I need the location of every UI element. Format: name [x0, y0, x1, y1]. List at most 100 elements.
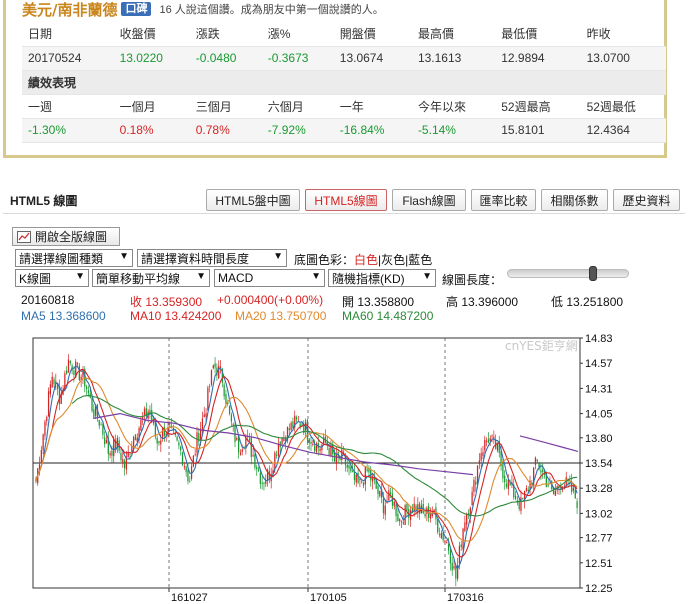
- candle-body: [382, 498, 385, 514]
- candle-body: [330, 445, 332, 457]
- candle-body: [149, 409, 151, 413]
- candle-body: [120, 452, 122, 461]
- candle-body: [377, 486, 379, 495]
- candle-body: [390, 492, 392, 494]
- candle-body: [131, 446, 133, 453]
- candle-body: [290, 423, 292, 431]
- chart-grid: cnYES鉅亨網: [32, 337, 581, 589]
- candle-body: [361, 481, 363, 483]
- y-tick-label: 13.28: [585, 483, 613, 495]
- candle-body: [514, 495, 517, 500]
- candle-body: [259, 473, 261, 484]
- candle-body: [109, 453, 111, 456]
- candle-body: [113, 438, 115, 457]
- candle-body: [462, 528, 464, 550]
- candlestick-chart[interactable]: cnYES鉅亨網 161027 170105 170316 14.83 14.57 14.…: [0, 0, 688, 604]
- candle-body: [252, 455, 254, 457]
- candle-body: [93, 409, 95, 417]
- candle-body: [388, 490, 390, 501]
- candle-body: [437, 518, 439, 533]
- candle-body: [239, 452, 242, 455]
- candle-body: [236, 438, 238, 440]
- candle-body: [522, 497, 524, 499]
- candle-body: [123, 460, 126, 469]
- candle-body: [44, 421, 46, 436]
- candle-body: [485, 440, 488, 442]
- candle-body: [484, 439, 486, 451]
- candle-body: [100, 424, 102, 426]
- candle-body: [185, 466, 187, 473]
- candle-body: [395, 504, 397, 517]
- y-tick-label: 14.83: [585, 333, 613, 345]
- candle-body: [67, 359, 70, 373]
- candle-body: [406, 504, 408, 511]
- candle-body: [230, 414, 233, 422]
- candle-body: [348, 465, 350, 469]
- candle-body: [362, 482, 365, 486]
- candle-body: [379, 490, 381, 497]
- candle-body: [352, 471, 354, 473]
- candle-body: [310, 441, 312, 444]
- candle-body: [438, 534, 441, 536]
- candle-body: [105, 439, 108, 444]
- y-tick-label: 12.77: [585, 533, 613, 545]
- candle-body: [214, 363, 216, 368]
- x-tick-label: 161027: [171, 592, 208, 604]
- x-tick-label: 170316: [447, 592, 484, 604]
- candle-body: [475, 481, 477, 485]
- candle-body: [554, 490, 557, 496]
- candle-body: [451, 562, 453, 571]
- candle-body: [371, 477, 374, 482]
- candle-body: [505, 483, 508, 487]
- candle-body: [194, 454, 196, 456]
- candle-body: [104, 437, 106, 445]
- candle-body: [444, 540, 446, 543]
- candle-body: [189, 481, 191, 483]
- candle-body: [276, 454, 278, 456]
- candle-body: [274, 452, 276, 470]
- candle-body: [487, 439, 490, 443]
- y-tick-label: 14.57: [585, 358, 613, 370]
- candle-body: [384, 505, 386, 515]
- candle-body: [473, 479, 475, 492]
- candle-body: [76, 363, 79, 365]
- candle-body: [464, 522, 466, 532]
- candle-body: [402, 522, 404, 524]
- candle-body: [156, 437, 158, 444]
- candle-body: [353, 471, 356, 481]
- candle-body: [536, 459, 538, 462]
- candle-body: [413, 503, 415, 511]
- y-tick-label: 13.02: [585, 508, 613, 520]
- candle-body: [46, 417, 48, 422]
- candle-body: [308, 438, 310, 443]
- candles: [35, 354, 578, 587]
- candle-body: [576, 501, 578, 509]
- candle-body: [542, 469, 544, 472]
- candle-body: [449, 550, 452, 564]
- candle-body: [355, 474, 357, 483]
- y-tick-label: 13.80: [585, 433, 613, 445]
- candle-body: [178, 442, 180, 446]
- candle-body: [335, 453, 337, 464]
- candle-body: [49, 384, 52, 395]
- candle-body: [129, 453, 131, 455]
- candle-body: [207, 387, 209, 411]
- candle-body: [277, 444, 280, 456]
- candle-body: [73, 370, 75, 375]
- candle-body: [256, 467, 258, 470]
- y-tick-label: 14.31: [585, 383, 613, 395]
- candle-body: [140, 420, 142, 431]
- ma20-line: [35, 377, 578, 542]
- candle-body: [312, 443, 314, 445]
- candle-body: [209, 385, 211, 388]
- candle-body: [42, 434, 44, 451]
- candle-body: [257, 468, 260, 472]
- candle-body: [201, 418, 204, 430]
- long-average-line-tail: [519, 435, 579, 452]
- candle-body: [440, 532, 442, 538]
- candle-body: [228, 406, 231, 414]
- candle-body: [446, 542, 448, 544]
- candle-body: [393, 501, 395, 507]
- candle-body: [288, 428, 290, 431]
- candle-body: [210, 370, 213, 385]
